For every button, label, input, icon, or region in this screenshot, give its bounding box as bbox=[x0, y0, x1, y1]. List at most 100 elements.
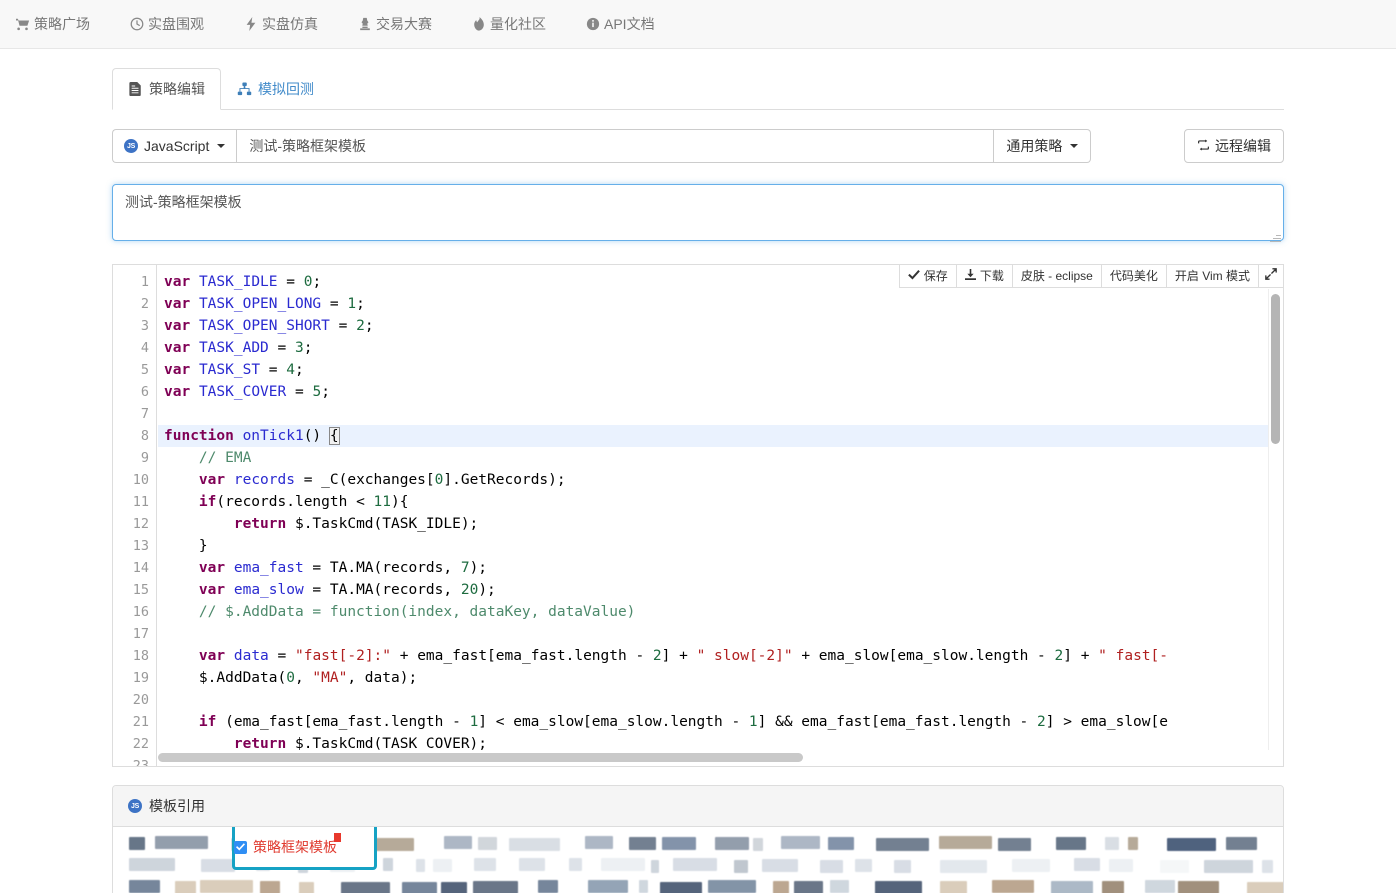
code-token: ; bbox=[321, 384, 330, 400]
code-token: , data); bbox=[347, 670, 418, 686]
vertical-scrollbar-thumb[interactable] bbox=[1271, 294, 1280, 444]
redacted-block bbox=[585, 836, 613, 849]
code-line[interactable]: } bbox=[158, 535, 1283, 557]
line-number-gutter: 1 2 3 4 5 6 7 8 9 10 11 12 13 14 15 16 17 18 19 20 21 22 23 bbox=[113, 265, 157, 766]
code-token: var bbox=[164, 318, 191, 334]
redacted-block bbox=[383, 858, 393, 871]
language-label: JavaScript bbox=[144, 138, 210, 154]
chevron-down-icon bbox=[1070, 144, 1079, 148]
line-number: 16 bbox=[132, 604, 149, 620]
code-content[interactable]: var TASK_IDLE = 0; var TASK_OPEN_LONG = 1… bbox=[158, 265, 1283, 766]
line-number: 10 bbox=[132, 472, 149, 488]
redacted-block bbox=[441, 882, 467, 893]
redacted-block bbox=[175, 881, 196, 893]
horizontal-scrollbar-thumb[interactable] bbox=[158, 753, 803, 762]
code-line[interactable] bbox=[158, 689, 1283, 711]
redacted-block bbox=[341, 882, 390, 893]
code-line[interactable]: var TASK_OPEN_SHORT = 2; bbox=[158, 315, 1283, 337]
code-token: $.TaskCmd(TASK_IDLE); bbox=[286, 516, 479, 532]
tab-simulated-backtest[interactable]: 模拟回测 bbox=[221, 68, 330, 110]
code-token: TASK_ST bbox=[198, 362, 261, 378]
code-area[interactable]: 1 2 3 4 5 6 7 8 9 10 11 12 13 14 15 16 17 18 19 20 21 22 23 va… bbox=[113, 265, 1283, 766]
line-number: 7 bbox=[140, 406, 149, 422]
strategy-description-textarea[interactable] bbox=[112, 184, 1284, 241]
code-line[interactable]: // $.AddData = function(index, dataKey, … bbox=[158, 601, 1283, 623]
template-row[interactable] bbox=[127, 879, 1283, 893]
redacted-block bbox=[715, 837, 749, 850]
redacted-block bbox=[830, 880, 849, 893]
nav-item-quant-community[interactable]: 量化社区 bbox=[472, 14, 560, 34]
code-token: = _C(exchanges[ bbox=[294, 472, 435, 488]
redacted-block bbox=[998, 838, 1031, 851]
code-token: (ema_fast[ema_fast.length - bbox=[216, 714, 470, 730]
code-token: 11 bbox=[373, 494, 391, 510]
language-selector-button[interactable]: JS JavaScript bbox=[112, 129, 237, 163]
line-number: 23 bbox=[132, 758, 149, 766]
code-line[interactable]: // EMA bbox=[158, 447, 1283, 469]
code-line[interactable]: var data = "fast[-2]:" + ema_fast[ema_fa… bbox=[158, 645, 1283, 667]
nav-item-trading-contest[interactable]: 交易大赛 bbox=[358, 14, 446, 34]
code-token: TASK_COVER bbox=[198, 384, 287, 400]
code-line[interactable]: var ema_fast = TA.MA(records, 7); bbox=[158, 557, 1283, 579]
line-number: 2 bbox=[140, 296, 149, 312]
nav-item-strategy-square[interactable]: 策略广场 bbox=[16, 14, 104, 34]
code-line[interactable]: var TASK_OPEN_LONG = 1; bbox=[158, 293, 1283, 315]
redacted-block bbox=[1105, 837, 1119, 850]
download-label: 下载 bbox=[979, 269, 1004, 283]
redacted-block bbox=[519, 858, 545, 871]
code-line[interactable]: $.AddData(0, "MA", data); bbox=[158, 667, 1283, 689]
strategy-name-input[interactable] bbox=[236, 129, 995, 163]
tab-strategy-editor[interactable]: 策略编辑 bbox=[112, 68, 221, 110]
nav-item-api-docs[interactable]: API文档 bbox=[586, 14, 669, 34]
nav-item-live-simulation[interactable]: 实盘仿真 bbox=[244, 14, 332, 34]
code-line[interactable]: return $.TaskCmd(TASK_IDLE); bbox=[158, 513, 1283, 535]
code-token: TASK_ADD bbox=[198, 340, 269, 356]
redacted-block bbox=[402, 882, 437, 893]
save-button[interactable]: 保存 bbox=[898, 265, 956, 288]
code-token: 7 bbox=[460, 560, 470, 576]
line-number: 15 bbox=[132, 582, 149, 598]
chevron-down-icon bbox=[217, 144, 226, 148]
code-line[interactable]: if(records.length < 11){ bbox=[158, 491, 1283, 513]
line-number: 19 bbox=[132, 670, 149, 686]
code-line[interactable] bbox=[158, 403, 1283, 425]
redacted-block bbox=[1056, 837, 1086, 850]
top-navigation-bar: 策略广场 实盘围观 实盘仿真 交易大赛 量化社区 API文档 bbox=[0, 0, 1396, 49]
toggle-vim-mode-button[interactable]: 开启 Vim 模式 bbox=[1165, 265, 1258, 288]
download-button[interactable]: 下载 bbox=[955, 265, 1012, 288]
code-line[interactable]: if (ema_fast[ema_fast.length - 1] < ema_… bbox=[158, 711, 1283, 733]
redacted-block bbox=[416, 859, 425, 872]
redacted-block bbox=[1109, 859, 1133, 872]
selected-template-item[interactable]: 策略框架模板 bbox=[234, 833, 341, 857]
nav-item-live-watch[interactable]: 实盘围观 bbox=[130, 14, 218, 34]
cart-icon bbox=[16, 17, 30, 31]
category-selector-button[interactable]: 通用策略 bbox=[994, 129, 1092, 163]
code-token: ] > ema_slow[e bbox=[1045, 714, 1168, 730]
beautify-label: 代码美化 bbox=[1109, 269, 1158, 283]
code-line[interactable]: var records = _C(exchanges[0].GetRecords… bbox=[158, 469, 1283, 491]
code-line[interactable] bbox=[158, 623, 1283, 645]
beautify-code-button[interactable]: 代码美化 bbox=[1100, 265, 1166, 288]
remote-edit-button[interactable]: 远程编辑 bbox=[1184, 129, 1284, 163]
code-token: ; bbox=[312, 274, 322, 290]
code-line[interactable]: var ema_slow = TA.MA(records, 20); bbox=[158, 579, 1283, 601]
save-label: 保存 bbox=[923, 269, 948, 283]
skin-selector-button[interactable]: 皮肤 - eclipse bbox=[1011, 265, 1101, 288]
code-token: "fast[-2]:" bbox=[294, 648, 392, 664]
vim-mode-label: 开启 Vim 模式 bbox=[1174, 269, 1250, 283]
code-line[interactable]: var TASK_COVER = 5; bbox=[158, 381, 1283, 403]
code-line[interactable]: var TASK_ADD = 3; bbox=[158, 337, 1283, 359]
code-token: ; bbox=[294, 362, 304, 378]
code-token: = bbox=[329, 318, 357, 334]
template-checkbox[interactable] bbox=[234, 840, 247, 854]
code-line[interactable]: var TASK_ST = 4; bbox=[158, 359, 1283, 381]
code-line[interactable]: function onTick1() { bbox=[158, 425, 1283, 447]
redacted-block bbox=[794, 881, 823, 893]
fullscreen-button[interactable] bbox=[1258, 265, 1283, 288]
